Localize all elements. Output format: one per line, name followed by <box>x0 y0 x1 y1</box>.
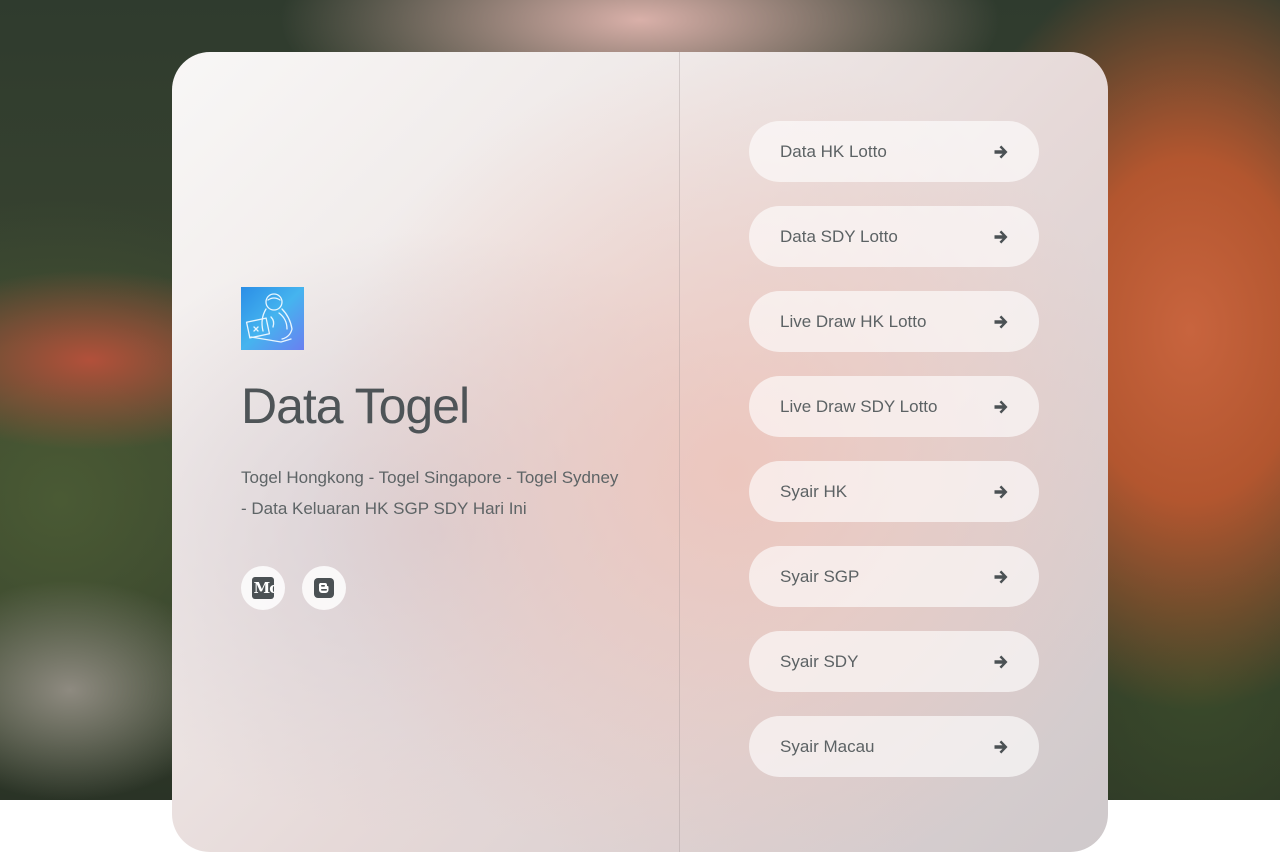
link-syair-sdy[interactable]: Syair SDY <box>749 631 1039 692</box>
medium-icon: Mc <box>252 577 274 599</box>
arrow-right-icon <box>993 484 1009 500</box>
link-data-hk-lotto[interactable]: Data HK Lotto <box>749 121 1039 182</box>
link-list: Data HK Lotto Data SDY Lotto Live Draw H… <box>749 121 1039 801</box>
arrow-right-icon <box>993 229 1009 245</box>
arrow-right-icon <box>993 314 1009 330</box>
blogger-button[interactable] <box>302 566 346 610</box>
social-links: Mc <box>241 566 621 610</box>
site-title: Data Togel <box>241 378 470 434</box>
profile-card: Data Togel Togel Hongkong - Togel Singap… <box>172 52 1108 852</box>
medium-button[interactable]: Mc <box>241 566 285 610</box>
link-syair-macau[interactable]: Syair Macau <box>749 716 1039 777</box>
site-logo <box>241 287 304 350</box>
logo-illustration-icon <box>245 293 293 343</box>
link-label: Syair Macau <box>780 736 875 756</box>
card-divider <box>679 52 680 852</box>
link-syair-hk[interactable]: Syair HK <box>749 461 1039 522</box>
link-label: Syair SGP <box>780 566 860 586</box>
arrow-right-icon <box>993 654 1009 670</box>
link-label: Live Draw SDY Lotto <box>780 396 938 416</box>
blogger-icon <box>314 578 334 598</box>
link-label: Data HK Lotto <box>780 141 887 161</box>
link-label: Live Draw HK Lotto <box>780 311 927 331</box>
link-label: Syair SDY <box>780 651 859 671</box>
arrow-right-icon <box>993 144 1009 160</box>
arrow-right-icon <box>993 569 1009 585</box>
link-label: Data SDY Lotto <box>780 226 898 246</box>
link-live-draw-hk-lotto[interactable]: Live Draw HK Lotto <box>749 291 1039 352</box>
arrow-right-icon <box>993 739 1009 755</box>
link-data-sdy-lotto[interactable]: Data SDY Lotto <box>749 206 1039 267</box>
arrow-right-icon <box>993 399 1009 415</box>
link-syair-sgp[interactable]: Syair SGP <box>749 546 1039 607</box>
link-live-draw-sdy-lotto[interactable]: Live Draw SDY Lotto <box>749 376 1039 437</box>
link-label: Syair HK <box>780 481 848 501</box>
profile-section: Data Togel Togel Hongkong - Togel Singap… <box>241 287 621 610</box>
site-description: Togel Hongkong - Togel Singapore - Togel… <box>241 468 619 518</box>
